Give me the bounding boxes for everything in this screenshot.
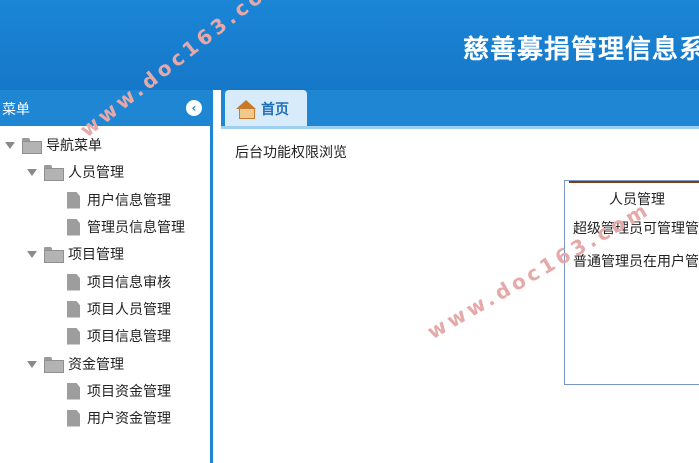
tree-node-funds[interactable]: 资金管理 [26,353,124,375]
tree-item-label: 用户资金管理 [87,411,171,427]
folder-icon [44,165,64,181]
folder-icon [44,357,64,373]
tree-item-label: 项目信息管理 [87,329,171,345]
tree-item-admin-info[interactable]: 管理员信息管理 [67,216,185,238]
file-icon [67,218,80,236]
tree-item-project-info[interactable]: 项目信息管理 [67,325,171,347]
tree-item-label: 用户信息管理 [87,193,171,209]
main-panel: 首页 后台功能权限浏览 人员管理 超级管理员可管理管理 普通管理员在用户管理 [221,90,699,463]
tree-node-project[interactable]: 项目管理 [26,243,124,265]
expand-toggle-icon[interactable] [4,139,16,151]
file-icon [67,191,80,209]
file-icon [67,327,80,345]
tree-item-label: 项目信息审核 [87,275,171,291]
app-title: 慈善募捐管理信息系 [463,35,699,65]
expand-toggle-icon[interactable] [26,166,38,178]
home-icon [236,100,256,119]
content-title: 后台功能权限浏览 [235,145,347,161]
folder-icon [22,138,42,154]
folder-icon [44,247,64,263]
expand-toggle-icon[interactable] [26,248,38,260]
tree-item-user-info[interactable]: 用户信息管理 [67,189,171,211]
tab-home[interactable]: 首页 [225,90,307,128]
tree-item-project-review[interactable]: 项目信息审核 [67,271,171,293]
panel-title: 菜单 [2,102,30,118]
file-icon [67,409,80,427]
file-icon [67,273,80,291]
tree-item-label: 项目资金管理 [87,384,171,400]
tab-bar: 首页 [221,90,699,129]
tree-item-label: 管理员信息管理 [87,220,185,236]
tree-node-label: 人员管理 [68,165,124,181]
tree-item-user-funds[interactable]: 用户资金管理 [67,407,171,429]
app-root: 慈善募捐管理信息系 菜单 ‹ 导航菜单 人员管理 用户信息管理 管理员信息管理 … [0,0,699,463]
tree-node-personnel[interactable]: 人员管理 [26,161,124,183]
expand-toggle-icon[interactable] [26,358,38,370]
collapse-panel-icon[interactable]: ‹ [186,100,202,116]
app-header: 慈善募捐管理信息系 [0,0,699,90]
file-icon [67,382,80,400]
tree-node-label: 资金管理 [68,357,124,373]
tab-content: 后台功能权限浏览 人员管理 超级管理员可管理管理 普通管理员在用户管理 [221,129,699,463]
card-line: 普通管理员在用户管理 [573,254,699,270]
tree-node-label: 项目管理 [68,247,124,263]
tree-item-label: 项目人员管理 [87,302,171,318]
file-icon [67,300,80,318]
tree-item-project-staff[interactable]: 项目人员管理 [67,298,171,320]
tree-item-project-funds[interactable]: 项目资金管理 [67,380,171,402]
tab-label: 首页 [261,102,289,118]
navigation-panel: 菜单 ‹ 导航菜单 人员管理 用户信息管理 管理员信息管理 项目管理 项目信息审… [0,90,213,463]
